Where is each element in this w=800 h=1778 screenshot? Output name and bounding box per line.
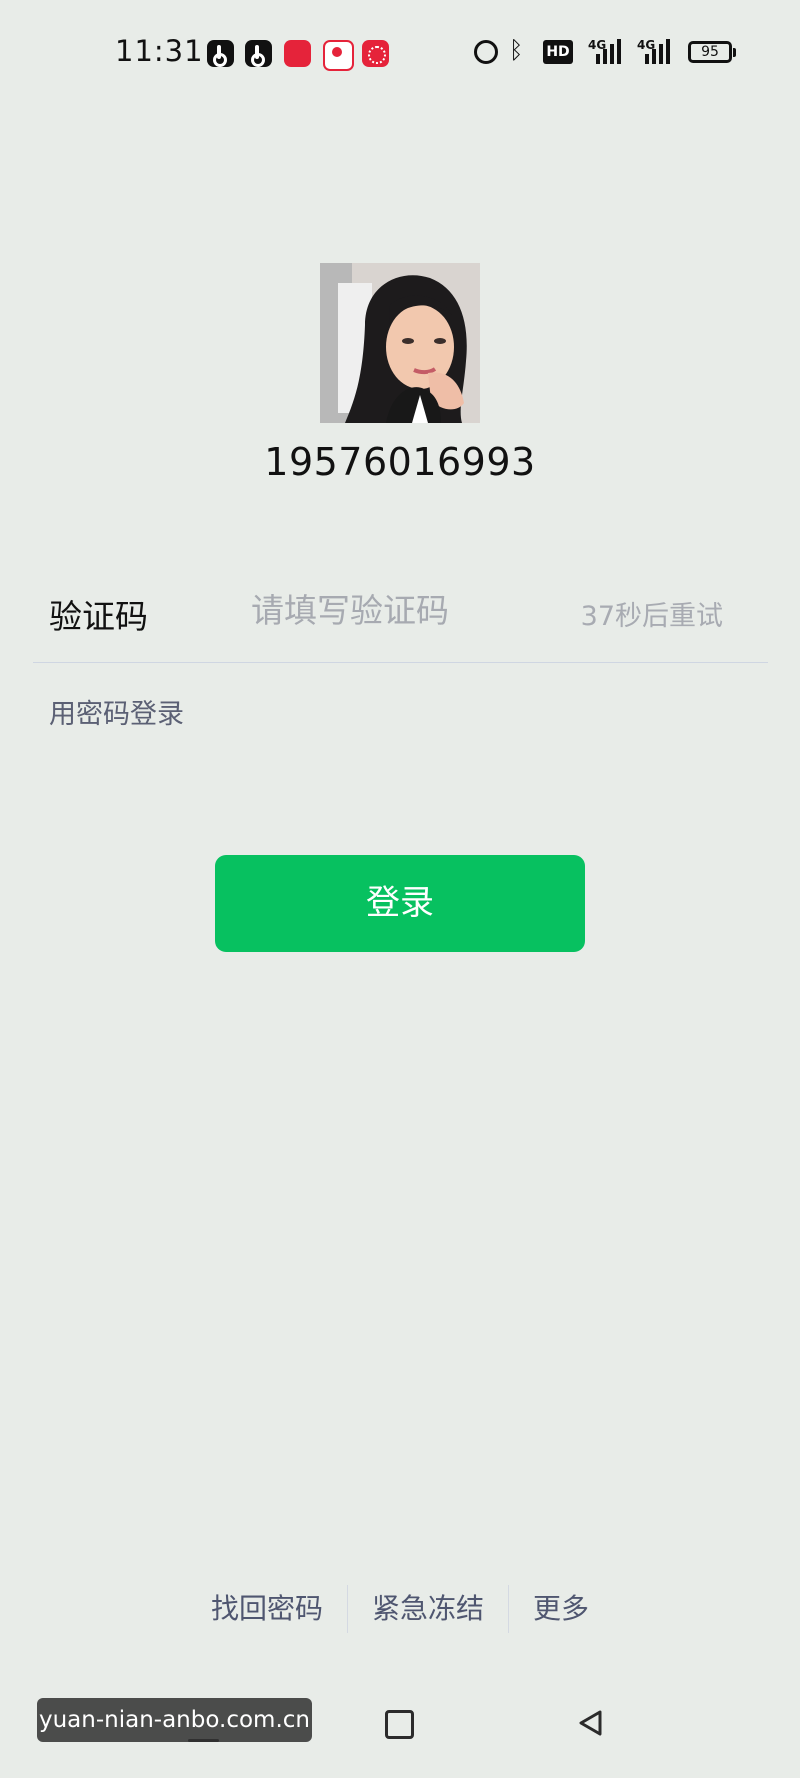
battery-level: 95 [701, 44, 719, 60]
alarm-icon [474, 40, 498, 64]
bluetooth-icon: ᛒ [509, 36, 524, 64]
tiktok-lite-icon [245, 40, 272, 67]
footer-divider [508, 1585, 509, 1633]
more-link[interactable]: 更多 [533, 1585, 589, 1633]
verification-code-input[interactable] [251, 580, 511, 640]
signal-icon: 4G [588, 38, 632, 66]
login-button[interactable]: 登录 [215, 855, 585, 952]
pinduoduo-icon [362, 40, 389, 67]
phone-number: 19576016993 [264, 440, 536, 484]
status-time: 11:31 [115, 34, 204, 68]
tiktok-icon [207, 40, 234, 67]
verification-code-label: 验证码 [49, 597, 148, 636]
status-bar: 11:31 ᛒ HD 4G 4G 95 [0, 0, 800, 105]
find-password-link[interactable]: 找回密码 [211, 1585, 323, 1633]
signal-icon: 4G [637, 38, 681, 66]
red-app-icon [284, 40, 311, 67]
back-icon[interactable] [576, 1709, 604, 1741]
password-login-link[interactable]: 用密码登录 [49, 692, 184, 731]
avatar [320, 263, 480, 423]
back-triangle [579, 1710, 602, 1736]
hd-icon: HD [543, 40, 573, 64]
avatar-image [320, 263, 480, 423]
verification-code-row: 验证码 37秒后重试 [33, 580, 768, 663]
footer-divider [347, 1585, 348, 1633]
video-app-icon [323, 40, 354, 71]
resend-timer: 37秒后重试 [580, 601, 723, 632]
emergency-freeze-link[interactable]: 紧急冻结 [372, 1585, 484, 1633]
watermark-text: yuan-nian-anbo.com.cn [37, 1698, 312, 1742]
recent-apps-icon[interactable] [385, 1710, 414, 1739]
battery-tip [733, 48, 736, 57]
footer-links: 找回密码 紧急冻结 更多 [0, 1585, 800, 1633]
battery-icon: 95 [688, 41, 732, 63]
